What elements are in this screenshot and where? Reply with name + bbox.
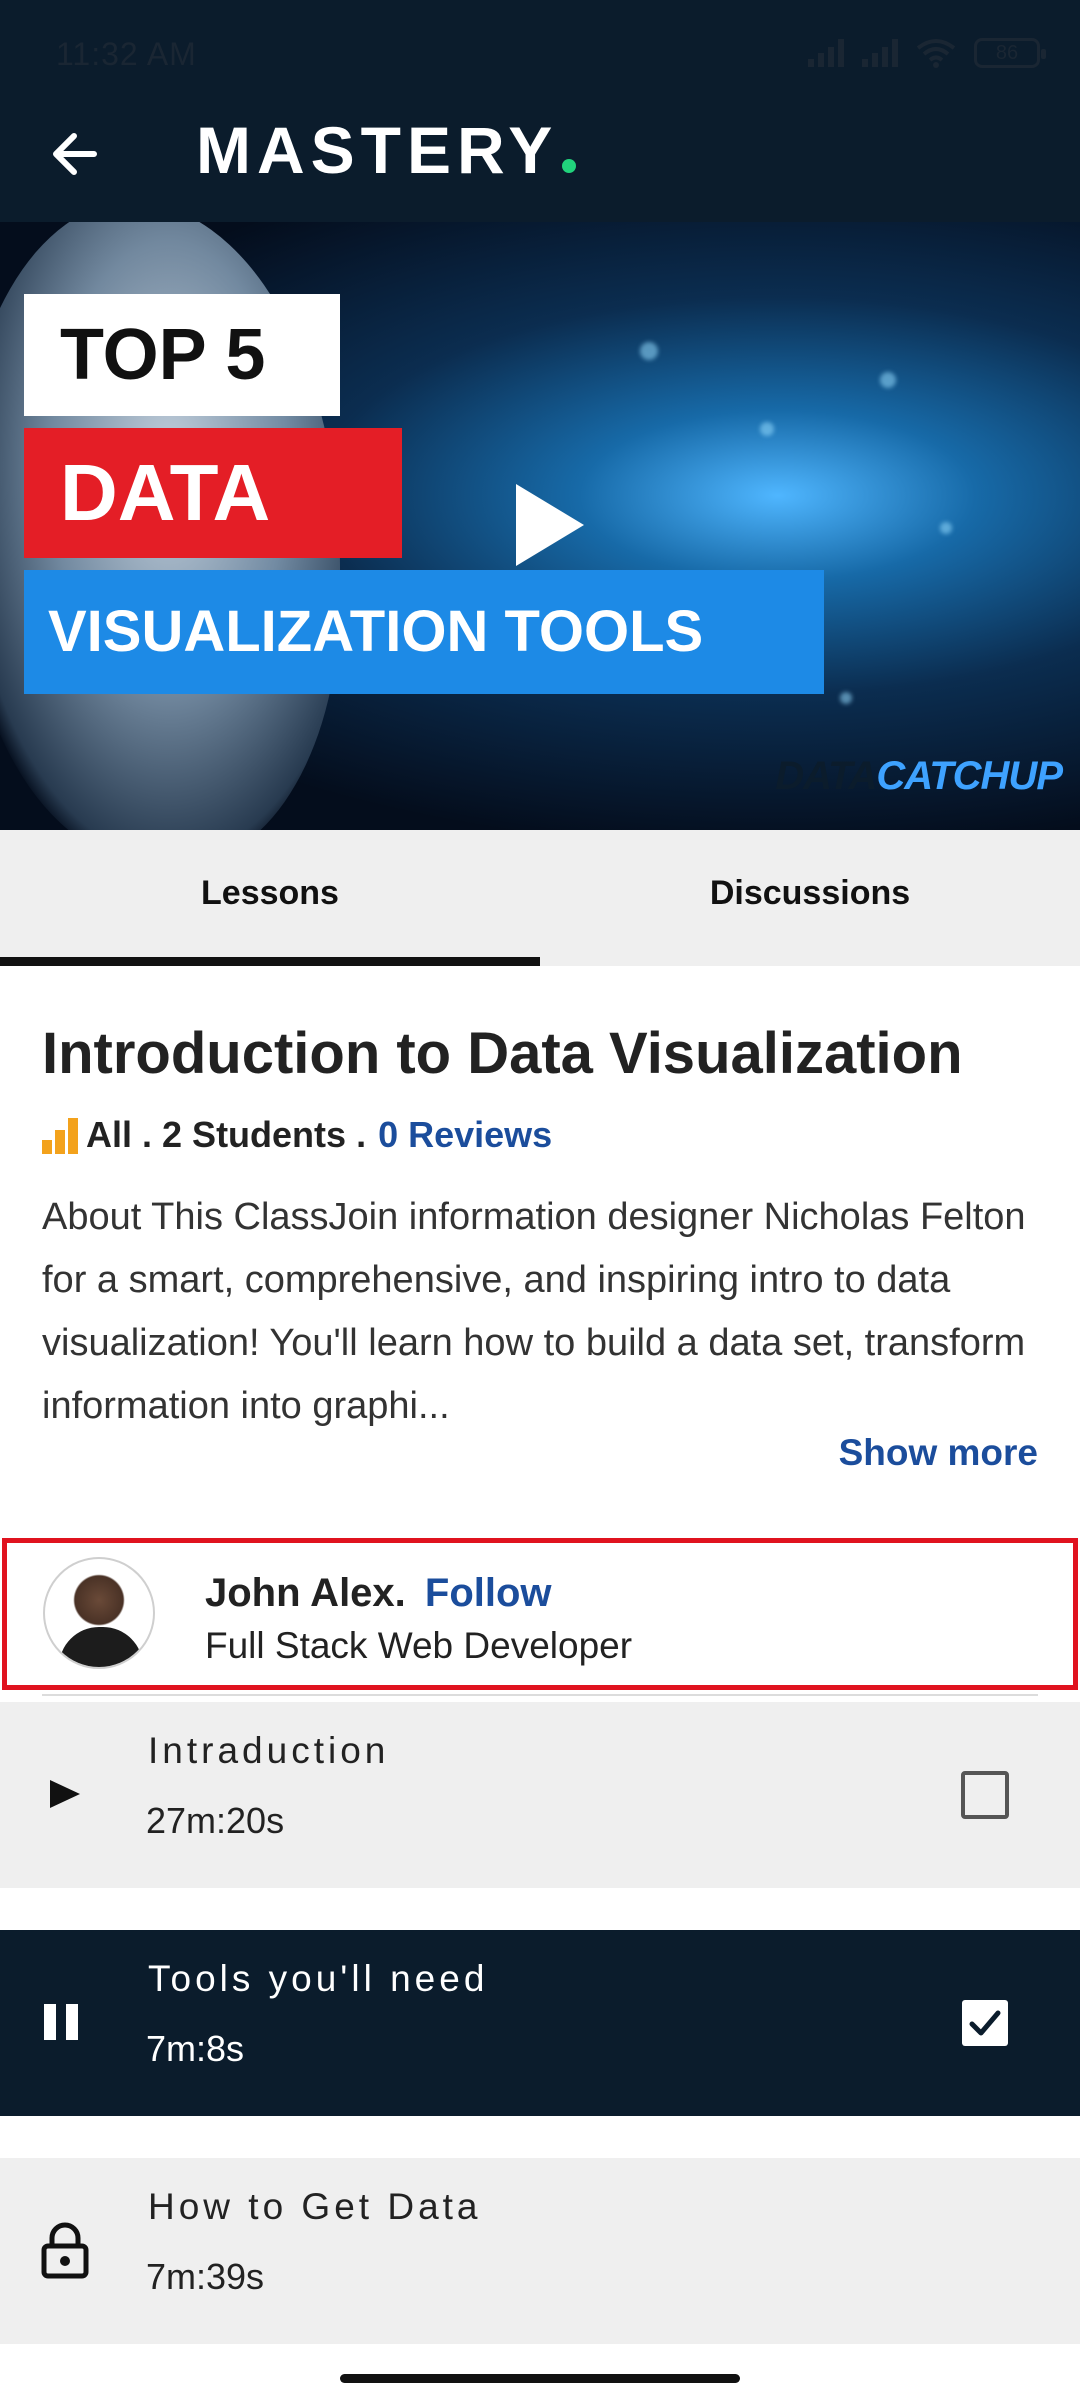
app-header: 11:32 AM 86 MASTERY <box>0 0 1080 222</box>
instructor-name: John Alex. <box>205 1571 406 1615</box>
course-level: All <box>86 1114 133 1155</box>
lesson-title: Tools you'll need <box>148 1958 489 1999</box>
tab-discussions[interactable]: Discussions <box>540 830 1080 966</box>
show-more-link[interactable]: Show more <box>839 1432 1038 1474</box>
signal-icon-2 <box>862 39 898 67</box>
play-icon[interactable] <box>40 1764 90 1824</box>
video-player[interactable]: TOP 5 DATA VISUALIZATION TOOLS DATACATCH… <box>0 222 1080 830</box>
pause-icon[interactable] <box>40 1992 90 2052</box>
status-time: 11:32 AM <box>56 36 197 72</box>
thumb-title-tools: VISUALIZATION TOOLS <box>24 570 824 694</box>
lesson-title: Intraduction <box>148 1730 390 1771</box>
avatar[interactable] <box>43 1557 155 1669</box>
instructor-card: John Alex. Follow Full Stack Web Develop… <box>2 1538 1078 1690</box>
brand-part-a: DATA <box>775 754 877 798</box>
lesson-title: How to Get Data <box>148 2186 482 2227</box>
glow <box>940 522 952 534</box>
glow <box>880 372 896 388</box>
lesson-duration: 7m:8s <box>146 2028 245 2069</box>
status-icons: 86 <box>808 38 1046 68</box>
back-arrow-icon[interactable] <box>48 124 108 184</box>
course-description: About This ClassJoin information designe… <box>42 1196 1026 1427</box>
course-title: Introduction to Data Visualization <box>42 1021 963 1086</box>
battery-icon: 86 <box>974 38 1046 68</box>
lesson-item[interactable]: Tools you'll need 7m:8s <box>0 1930 1080 2116</box>
lesson-item[interactable]: How to Get Data 7m:39s <box>0 2158 1080 2344</box>
tab-lessons[interactable]: Lessons <box>0 830 540 966</box>
course-students: 2 Students <box>162 1114 347 1155</box>
divider <box>42 1694 1038 1696</box>
course-reviews-link[interactable]: 0 Reviews <box>378 1114 552 1156</box>
wifi-icon <box>916 39 956 68</box>
lesson-item[interactable]: Intraduction 27m:20s <box>0 1702 1080 1888</box>
logo-text: MASTERY <box>196 113 559 187</box>
meta-separator: . <box>142 1114 153 1155</box>
follow-button[interactable]: Follow <box>425 1571 552 1615</box>
app-logo: MASTERY <box>196 112 577 188</box>
instructor-name-line: John Alex. Follow <box>205 1571 552 1616</box>
instructor-role: Full Stack Web Developer <box>205 1625 633 1666</box>
lock-icon <box>41 2222 89 2279</box>
thumb-brand: DATACATCHUP <box>775 754 1063 799</box>
lesson-duration: 7m:39s <box>146 2256 265 2297</box>
glow <box>840 692 852 704</box>
brand-part-b: CATCHUP <box>876 754 1063 798</box>
thumb-title-top5: TOP 5 <box>24 294 340 416</box>
checkbox-checked-icon[interactable] <box>960 1998 1010 2048</box>
lesson-duration: 27m:20s <box>146 1800 285 1841</box>
glow <box>760 422 774 436</box>
course-meta: All . 2 Students . 0 Reviews <box>42 1114 552 1156</box>
level-bars-icon <box>42 1116 78 1154</box>
logo-dot <box>562 159 577 173</box>
content-tabs: Lessons Discussions <box>0 830 1080 966</box>
home-indicator[interactable] <box>340 2374 740 2383</box>
checkbox-unchecked-icon[interactable] <box>960 1770 1010 1820</box>
signal-icon <box>808 39 844 67</box>
glow <box>640 342 658 360</box>
meta-separator: . <box>356 1114 367 1155</box>
play-icon[interactable] <box>512 480 588 570</box>
thumb-title-data: DATA <box>24 428 402 558</box>
